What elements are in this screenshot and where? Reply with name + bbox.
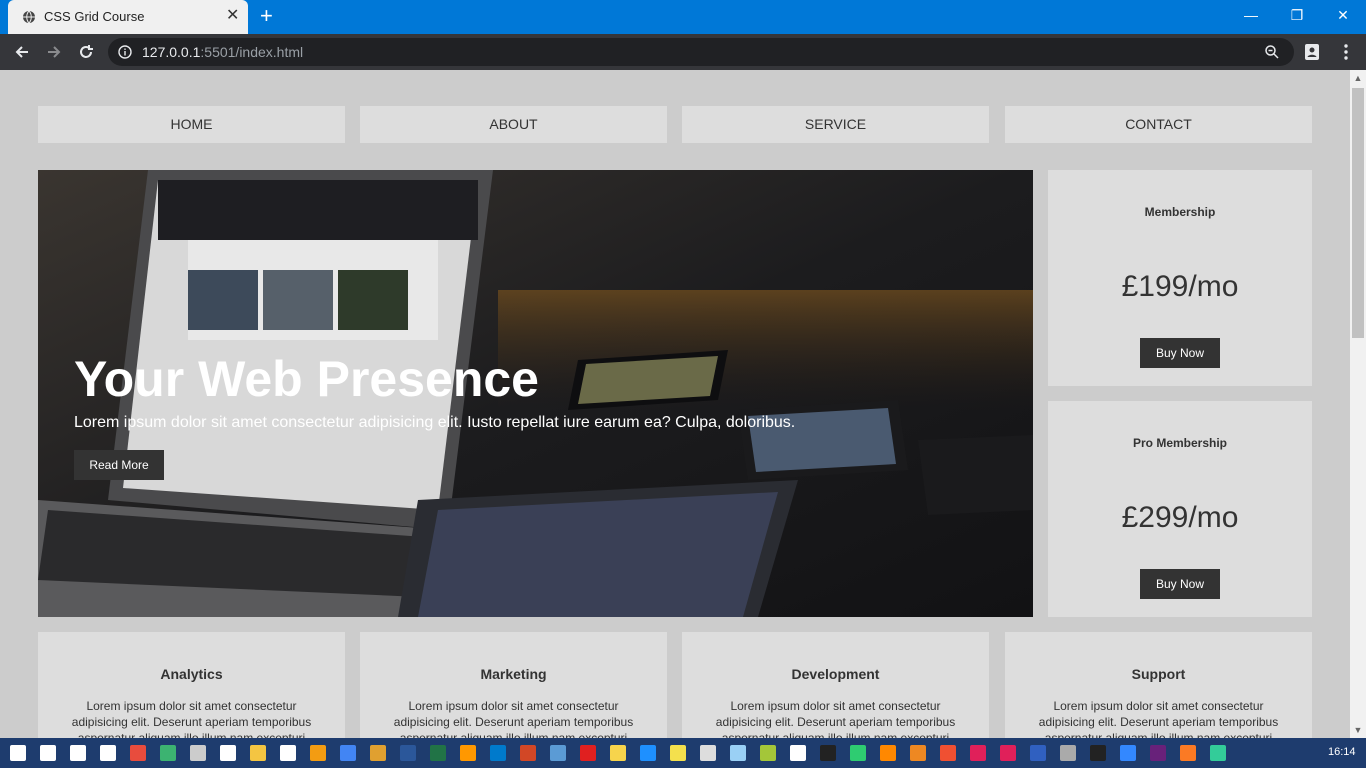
chrome-active-icon[interactable] — [1210, 745, 1226, 761]
paint-3d-icon[interactable] — [1090, 745, 1106, 761]
card-label: Membership — [1144, 205, 1216, 219]
browser-tab[interactable]: CSS Grid Course ✕ — [8, 0, 248, 34]
hero-title: Your Web Presence — [74, 351, 539, 407]
nav-contact[interactable]: CONTACT — [1005, 106, 1312, 143]
chat-icon[interactable] — [850, 745, 866, 761]
back-icon[interactable] — [12, 42, 32, 62]
git-kraken-icon[interactable] — [1180, 745, 1196, 761]
read-more-button[interactable]: Read More — [74, 450, 164, 480]
task-view-icon[interactable] — [70, 745, 86, 761]
remote-desktop-icon[interactable] — [550, 745, 566, 761]
notepad-icon[interactable] — [280, 745, 296, 761]
url-path: :5501/index.html — [200, 44, 304, 60]
windows-taskbar: 16:14 — [0, 738, 1366, 768]
profile-icon[interactable] — [1302, 42, 1322, 62]
minimize-button[interactable]: — — [1228, 0, 1274, 30]
printer-icon[interactable] — [1030, 745, 1046, 761]
android-icon[interactable] — [760, 745, 776, 761]
card-label: Pro Membership — [1132, 436, 1228, 450]
chrome-icon[interactable] — [340, 745, 356, 761]
vscode-icon[interactable] — [490, 745, 506, 761]
nav-service[interactable]: SERVICE — [682, 106, 989, 143]
hero-section: Your Web Presence Lorem ipsum dolor sit … — [38, 170, 1033, 617]
sublime-icon[interactable] — [460, 745, 476, 761]
notes-icon[interactable] — [670, 745, 686, 761]
membership-card: Membership £199/mo Buy Now — [1048, 170, 1312, 386]
word-icon[interactable] — [400, 745, 416, 761]
card-price: £299/mo — [1121, 501, 1239, 534]
menu-icon[interactable] — [1336, 42, 1356, 62]
browser-titlebar: CSS Grid Course ✕ + — ❐ ✕ — [0, 0, 1366, 34]
hero-text: Lorem ipsum dolor sit amet consectetur a… — [74, 414, 796, 431]
media-player-icon[interactable] — [310, 745, 326, 761]
service-title: Support — [1131, 666, 1186, 682]
reload-icon[interactable] — [76, 42, 96, 62]
settings-icon[interactable] — [220, 745, 236, 761]
forward-icon[interactable] — [44, 42, 64, 62]
excel-icon[interactable] — [430, 745, 446, 761]
service-text: Lorem ipsum dolor sit amet consectetur a… — [393, 699, 634, 738]
tab-close-button[interactable]: ✕ — [226, 7, 239, 25]
word-mobile-icon[interactable] — [1000, 745, 1016, 761]
cortana-icon[interactable] — [40, 745, 56, 761]
taskbar-clock[interactable]: 16:14 — [1328, 746, 1356, 758]
scroll-thumb[interactable] — [1352, 88, 1364, 338]
card-price: £199/mo — [1121, 270, 1239, 303]
service-title: Analytics — [160, 666, 223, 682]
new-tab-button[interactable]: + — [260, 5, 273, 27]
scroll-down-arrow-icon[interactable]: ▼ — [1350, 722, 1366, 738]
file-explorer-icon[interactable] — [250, 745, 266, 761]
service-marketing: Marketing Lorem ipsum dolor sit amet con… — [360, 632, 667, 738]
web-page: HOME ABOUT SERVICE CONTACT Your Web Pres… — [0, 70, 1350, 738]
service-text: Lorem ipsum dolor sit amet consectetur a… — [715, 699, 956, 738]
tab-title: CSS Grid Course — [44, 9, 145, 24]
globe-icon — [23, 10, 35, 24]
service-text: Lorem ipsum dolor sit amet consectetur a… — [71, 699, 312, 738]
service-development: Development Lorem ipsum dolor sit amet c… — [682, 632, 989, 738]
chrome-canary-icon[interactable] — [370, 745, 386, 761]
start-icon[interactable] — [10, 745, 26, 761]
url-host: 127.0.0.1 — [142, 44, 201, 60]
nav-about[interactable]: ABOUT — [360, 106, 667, 143]
buy-now-button[interactable]: Buy Now — [1140, 338, 1220, 368]
xampp-icon[interactable] — [1150, 745, 1166, 761]
pro-membership-card: Pro Membership £299/mo Buy Now — [1048, 401, 1312, 617]
sync-icon[interactable] — [160, 745, 176, 761]
service-analytics: Analytics Lorem ipsum dolor sit amet con… — [38, 632, 345, 738]
vlc-icon[interactable] — [880, 745, 896, 761]
maximize-button[interactable]: ❐ — [1274, 0, 1320, 30]
zoom-icon[interactable] — [1264, 44, 1280, 60]
scroll-up-arrow-icon[interactable]: ▲ — [1350, 70, 1366, 86]
snowflake-icon[interactable] — [730, 745, 746, 761]
close-window-button[interactable]: ✕ — [1320, 0, 1366, 30]
service-title: Marketing — [480, 666, 547, 682]
powerpoint-icon[interactable] — [520, 745, 536, 761]
browser-toolbar: 127.0.0.1:5501/index.html — [0, 34, 1366, 70]
red-app-icon[interactable] — [970, 745, 986, 761]
service-support: Support Lorem ipsum dolor sit amet conse… — [1005, 632, 1312, 738]
visual-studio-icon[interactable] — [1120, 745, 1136, 761]
info-icon[interactable] — [118, 45, 132, 59]
vertical-scrollbar[interactable]: ▲ ▼ — [1350, 70, 1366, 738]
service-title: Development — [791, 666, 880, 682]
buy-now-button[interactable]: Buy Now — [1140, 569, 1220, 599]
mail-icon[interactable] — [100, 745, 116, 761]
nav-home[interactable]: HOME — [38, 106, 345, 143]
terminal-icon[interactable] — [820, 745, 836, 761]
cmd-icon[interactable] — [1060, 745, 1076, 761]
sticky-notes-icon[interactable] — [610, 745, 626, 761]
paint-icon[interactable] — [130, 745, 146, 761]
acrobat-icon[interactable] — [580, 745, 596, 761]
matlab-icon[interactable] — [910, 745, 926, 761]
service-text: Lorem ipsum dolor sit amet consectetur a… — [1038, 699, 1279, 738]
git-icon[interactable] — [940, 745, 956, 761]
address-bar[interactable]: 127.0.0.1:5501/index.html — [108, 38, 1294, 66]
tool-icon[interactable] — [700, 745, 716, 761]
intellij-icon[interactable] — [790, 745, 806, 761]
network-icon[interactable] — [640, 745, 656, 761]
calculator-icon[interactable] — [190, 745, 206, 761]
